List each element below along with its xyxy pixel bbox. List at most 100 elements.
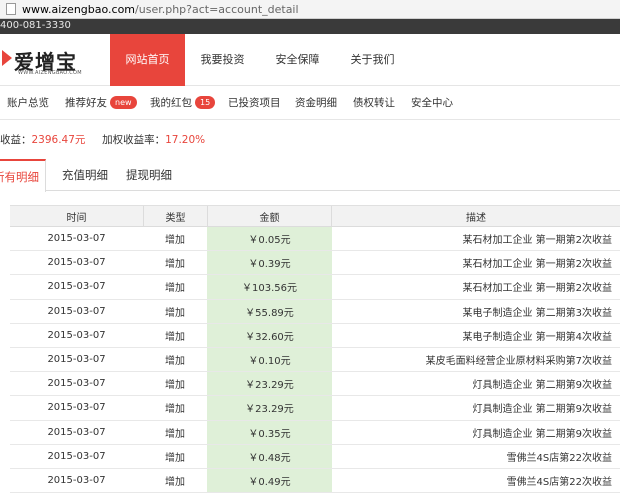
subnav-funds-label: 资金明细	[295, 97, 337, 109]
cell-time: 2015-03-07	[47, 450, 106, 462]
url-text[interactable]: www.aizengbao.com/user.php?act=account_d…	[22, 3, 299, 16]
cell-time: 2015-03-07	[47, 329, 106, 341]
table-row: 2015-03-07 增加 ￥0.05元 某石材加工企业 第一期第2次收益	[10, 227, 620, 252]
new-badge: new	[110, 96, 137, 109]
cell-amount: ￥0.05元	[207, 227, 332, 251]
account-subnav: 账户总览 推荐好友 new 我的红包 15 已投资项目 资金明细 债权转让 安全中心	[0, 86, 620, 120]
nav-about[interactable]: 关于我们	[335, 34, 410, 86]
tab-all[interactable]: 所有明细	[0, 159, 46, 192]
cell-amount: ￥55.89元	[207, 299, 332, 323]
income-label: 收益：	[0, 134, 32, 146]
browser-url-bar[interactable]: www.aizengbao.com/user.php?act=account_d…	[0, 0, 620, 19]
nav-home[interactable]: 网站首页	[110, 34, 185, 86]
cell-time: 2015-03-07	[47, 474, 106, 486]
nav-invest[interactable]: 我要投资	[185, 34, 260, 86]
table-row: 2015-03-07 增加 ￥23.29元 灯具制造企业 第二期第9次收益	[10, 372, 620, 397]
subnav-refer-label: 推荐好友	[65, 97, 107, 109]
site-logo[interactable]: 爱增宝 WWW.AIZENGBAO.COM	[0, 46, 90, 78]
cell-amount: ￥23.29元	[207, 396, 332, 420]
tab-recharge[interactable]: 充值明细	[62, 159, 108, 191]
cell-type: 增加	[165, 235, 185, 247]
rate-label: 加权收益率：	[102, 134, 166, 146]
cell-type: 增加	[165, 283, 185, 295]
cell-time: 2015-03-07	[47, 402, 106, 414]
table-row: 2015-03-07 增加 ￥32.60元 某电子制造企业 第一期第4次收益	[10, 323, 620, 348]
header-type: 类型	[143, 206, 207, 226]
cell-amount: ￥0.35元	[207, 420, 332, 444]
cell-type: 增加	[165, 428, 185, 440]
table-header-row: 时间 类型 金额 描述	[10, 205, 620, 227]
table-row: 2015-03-07 增加 ￥55.89元 某电子制造企业 第二期第3次收益	[10, 299, 620, 324]
top-strip: 400-081-3330	[0, 19, 620, 34]
cell-amount: ￥0.10元	[207, 347, 332, 372]
subnav-funds[interactable]: 资金明细	[295, 86, 337, 120]
cell-desc: 某石材加工企业 第一期第2次收益	[462, 259, 612, 271]
cell-type: 增加	[165, 476, 185, 488]
cell-time: 2015-03-07	[47, 354, 106, 366]
subnav-safety[interactable]: 安全中心	[411, 86, 453, 120]
nav-security[interactable]: 安全保障	[260, 34, 335, 86]
cell-time: 2015-03-07	[47, 281, 106, 293]
table-row: 2015-03-07 增加 ￥23.29元 灯具制造企业 第二期第9次收益	[10, 396, 620, 421]
url-host: www.aizengbao.com	[22, 3, 136, 16]
site-header: 爱增宝 WWW.AIZENGBAO.COM 网站首页 我要投资 安全保障 关于我…	[0, 34, 620, 86]
table-row: 2015-03-07 增加 ￥0.49元 雪佛兰4S店第22次收益	[10, 468, 620, 494]
subnav-safety-label: 安全中心	[411, 97, 453, 109]
cell-amount: ￥0.48元	[207, 444, 332, 468]
subnav-redpacket-label: 我的红包	[150, 97, 192, 109]
url-path: /user.php?act=account_detail	[135, 3, 299, 16]
table-row: 2015-03-07 增加 ￥0.35元 灯具制造企业 第二期第9次收益	[10, 420, 620, 445]
hotline-phone: 400-081-3330	[0, 20, 71, 31]
cell-desc: 某电子制造企业 第二期第3次收益	[462, 307, 612, 319]
cell-time: 2015-03-07	[47, 233, 106, 245]
cell-type: 增加	[165, 404, 185, 416]
income-summary: 收益：2396.47元 加权收益率：17.20%	[0, 132, 620, 150]
logo-mark-icon	[2, 50, 12, 66]
table-row: 2015-03-07 增加 ￥0.39元 某石材加工企业 第一期第2次收益	[10, 251, 620, 276]
header-amount: 金额	[207, 206, 332, 226]
subnav-redpacket[interactable]: 我的红包 15	[150, 86, 216, 120]
main-nav: 网站首页 我要投资 安全保障 关于我们	[110, 34, 410, 86]
cell-desc: 某皮毛面料经营企业原材料采购第7次收益	[425, 356, 612, 368]
table-body: 2015-03-07 增加 ￥0.05元 某石材加工企业 第一期第2次收益 2015-0…	[10, 227, 620, 494]
cell-type: 增加	[165, 307, 185, 319]
cell-amount: ￥23.29元	[207, 372, 332, 396]
table-row: 2015-03-07 增加 ￥0.48元 雪佛兰4S店第22次收益	[10, 444, 620, 469]
subnav-transfer-label: 债权转让	[353, 97, 395, 109]
subnav-transfer[interactable]: 债权转让	[353, 86, 395, 120]
cell-desc: 雪佛兰4S店第22次收益	[506, 452, 612, 464]
table-row: 2015-03-07 增加 ￥0.10元 某皮毛面料经营企业原材料采购第7次收益	[10, 347, 620, 373]
header-desc: 描述	[466, 212, 486, 224]
subnav-invested-label: 已投资项目	[228, 97, 281, 109]
subnav-overview[interactable]: 账户总览	[7, 86, 49, 120]
income-value: 2396.47元	[31, 134, 86, 146]
cell-type: 增加	[165, 259, 185, 271]
cell-desc: 灯具制造企业 第二期第9次收益	[472, 428, 612, 440]
subnav-refer[interactable]: 推荐好友 new	[65, 86, 137, 120]
cell-desc: 某电子制造企业 第一期第4次收益	[462, 331, 612, 343]
subnav-overview-label: 账户总览	[7, 97, 49, 109]
cell-type: 增加	[165, 380, 185, 392]
transactions-table: 时间 类型 金额 描述 2015-03-07 增加 ￥0.05元 某石材加工企业 第一…	[10, 205, 620, 494]
cell-desc: 某石材加工企业 第一期第2次收益	[462, 235, 612, 247]
cell-type: 增加	[165, 452, 185, 464]
cell-amount: ￥0.49元	[207, 468, 332, 493]
cell-desc: 雪佛兰4S店第22次收益	[506, 476, 612, 488]
cell-type: 增加	[165, 356, 185, 368]
table-row: 2015-03-07 增加 ￥103.56元 某石材加工企业 第一期第2次收益	[10, 275, 620, 300]
subnav-invested[interactable]: 已投资项目	[228, 86, 281, 120]
detail-tabs: 所有明细 充值明细 提现明细	[0, 159, 620, 192]
logo-subtitle: WWW.AIZENGBAO.COM	[18, 70, 82, 76]
cell-amount: ￥0.39元	[207, 251, 332, 275]
page-icon	[6, 3, 16, 15]
count-badge: 15	[195, 96, 216, 109]
cell-amount: ￥32.60元	[207, 323, 332, 347]
tab-withdraw[interactable]: 提现明细	[126, 159, 172, 191]
cell-desc: 灯具制造企业 第二期第9次收益	[472, 380, 612, 392]
cell-desc: 灯具制造企业 第二期第9次收益	[472, 404, 612, 416]
cell-desc: 某石材加工企业 第一期第2次收益	[462, 283, 612, 295]
cell-time: 2015-03-07	[47, 257, 106, 269]
cell-amount: ￥103.56元	[207, 275, 332, 299]
header-time: 时间	[66, 212, 87, 224]
cell-time: 2015-03-07	[47, 378, 106, 390]
